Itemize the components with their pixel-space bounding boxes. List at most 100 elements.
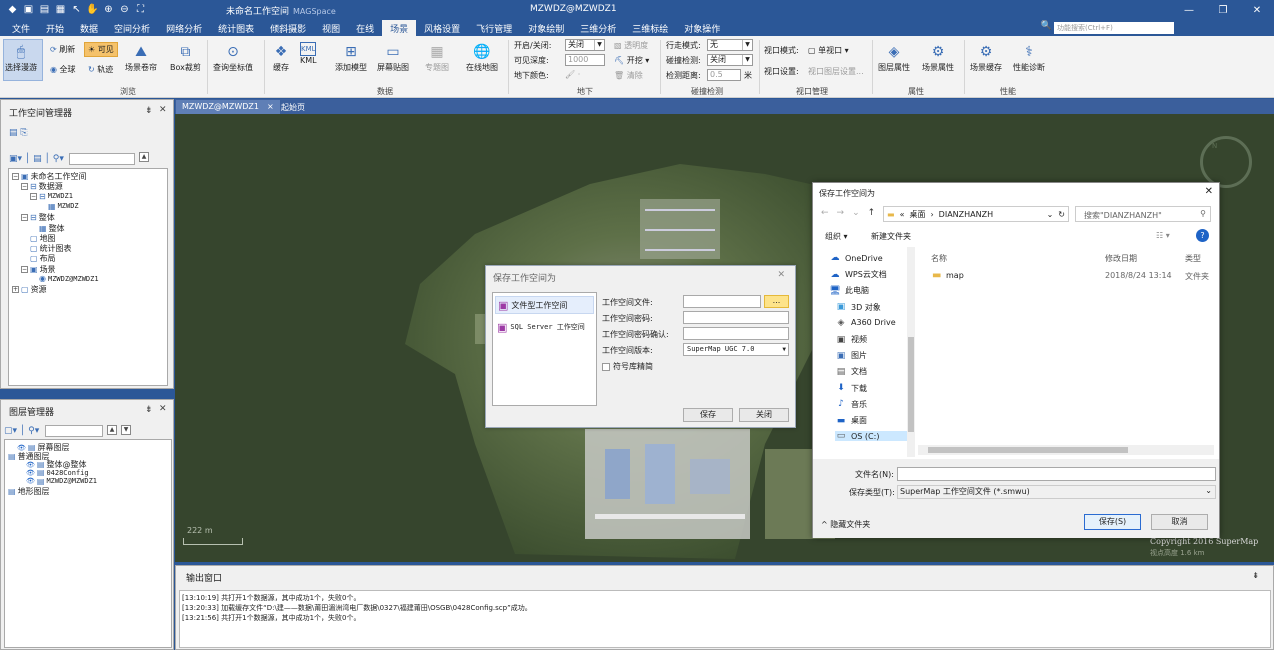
menu-item-7[interactable]: 视图 bbox=[314, 20, 348, 36]
visibility-eye-icon[interactable]: 👁 bbox=[26, 477, 35, 485]
cache-button[interactable]: ❖ 缓存 bbox=[270, 42, 292, 73]
compass-icon[interactable] bbox=[1200, 136, 1252, 188]
menu-item-0[interactable]: 文件 bbox=[4, 20, 38, 36]
layer-node[interactable]: 👁 ▤ 0428Config bbox=[26, 468, 89, 477]
save-button[interactable]: 保存 bbox=[683, 408, 733, 422]
nav-item[interactable]: ☁ OneDrive bbox=[829, 253, 883, 263]
panel-close-icon[interactable]: ✕ bbox=[159, 105, 167, 115]
viewport-mode-select[interactable]: ▢ 单视口 ▾ bbox=[808, 45, 849, 56]
track-button[interactable]: ↻ 轨迹 bbox=[88, 64, 113, 75]
menu-item-8[interactable]: 在线 bbox=[348, 20, 382, 36]
visibility-eye-icon[interactable]: 👁 bbox=[26, 469, 35, 477]
performance-diagnose-button[interactable]: ⚕ 性能诊断 bbox=[1013, 42, 1045, 73]
pin-icon[interactable]: ⇟ bbox=[1252, 571, 1259, 580]
refresh-button[interactable]: ⟳ 刷新 bbox=[50, 44, 75, 55]
type-file-workspace[interactable]: ▣ 文件型工作空间 bbox=[495, 296, 594, 314]
file-row[interactable]: ▬ map 2018/8/24 13:14 文件夹 bbox=[918, 269, 1218, 283]
transparency-button[interactable]: ▧ 透明度 bbox=[614, 40, 648, 51]
help-icon[interactable]: ? bbox=[1196, 229, 1209, 242]
file-save-button[interactable]: 保存(S) bbox=[1084, 514, 1141, 530]
column-type-header[interactable]: 类型 bbox=[1185, 253, 1201, 264]
close-window-button[interactable]: ✕ bbox=[1240, 0, 1274, 20]
menu-item-14[interactable]: 三维标绘 bbox=[624, 20, 676, 36]
layer-search-input[interactable] bbox=[45, 425, 103, 437]
tab-start-page[interactable]: 起始页 bbox=[275, 100, 311, 114]
filename-input[interactable] bbox=[897, 467, 1216, 481]
viewport-layer-setting-button[interactable]: 视口图层设置... bbox=[808, 66, 864, 77]
fullscreen-icon[interactable]: ⛶ bbox=[134, 3, 147, 16]
layer-toolbar[interactable]: ▢▾ │ ⚲▾ bbox=[4, 426, 39, 436]
nav-item[interactable]: ▭ OS (C:) bbox=[835, 431, 915, 442]
nav-item[interactable]: ▬ 桌面 bbox=[835, 415, 867, 426]
menu-item-15[interactable]: 对象操作 bbox=[676, 20, 728, 36]
excavate-button[interactable]: ⛏ 开挖 ▾ bbox=[614, 55, 649, 66]
forward-icon[interactable]: → bbox=[837, 208, 845, 218]
save-icon[interactable]: ▦ bbox=[54, 3, 67, 16]
symbol-lib-checkbox[interactable]: 符号库精简 bbox=[602, 361, 653, 372]
collapse-icon[interactable]: ▲ bbox=[139, 152, 149, 162]
menu-item-11[interactable]: 飞行管理 bbox=[468, 20, 520, 36]
move-up-icon[interactable]: ▲ bbox=[107, 425, 117, 435]
select-roam-button[interactable]: 🖱 选择漫游 bbox=[5, 42, 37, 73]
panel-close-icon[interactable]: ✕ bbox=[159, 404, 167, 414]
menu-item-1[interactable]: 开始 bbox=[38, 20, 72, 36]
move-down-icon[interactable]: ▼ bbox=[121, 425, 131, 435]
workspace-tree-toolbar[interactable]: ▣▾ │ ▤ │ ⚲▾ bbox=[9, 154, 64, 164]
detect-distance-input[interactable]: 0.5 bbox=[707, 69, 741, 81]
underground-color-picker[interactable]: 🖌 · bbox=[565, 70, 580, 79]
scene-roll-button[interactable]: ⛰ 场景卷帘 bbox=[125, 42, 157, 73]
workspace-node[interactable]: + ▢ 资源 bbox=[12, 284, 47, 295]
pin-icon[interactable]: ⇟ bbox=[145, 106, 153, 116]
recent-icon[interactable]: ⌄ bbox=[852, 208, 860, 218]
column-name-header[interactable]: 名称 bbox=[931, 253, 947, 264]
folder-search-input[interactable]: 搜索"DIANZHANZH" ⚲ bbox=[1075, 206, 1211, 222]
underground-toggle-select[interactable]: 关闭 ▼ bbox=[565, 39, 605, 51]
workspace-node[interactable]: ◉ MZWDZ@MZWDZ1 bbox=[30, 274, 99, 283]
query-coord-button[interactable]: ⊙ 查询坐标值 bbox=[213, 42, 253, 73]
box-clip-button[interactable]: ⧉ Box裁剪 bbox=[170, 42, 201, 73]
nav-item[interactable]: ▤ 文档 bbox=[835, 366, 867, 377]
menu-item-6[interactable]: 倾斜摄影 bbox=[262, 20, 314, 36]
menu-item-2[interactable]: 数据 bbox=[72, 20, 106, 36]
menu-item-9[interactable]: 场景 bbox=[382, 20, 417, 36]
nav-item[interactable]: ☁ WPS云文档 bbox=[829, 269, 887, 280]
layer-node[interactable]: 👁 ▤ MZWDZ@MZWDZ1 bbox=[26, 477, 97, 486]
screen-texture-button[interactable]: ▭ 屏幕贴图 bbox=[377, 42, 409, 73]
tab-close-icon[interactable]: × bbox=[267, 102, 274, 112]
app-logo-icon[interactable]: ◆ bbox=[6, 3, 19, 16]
type-sql-workspace[interactable]: ▣ SQL Server 工作空间 bbox=[495, 318, 594, 336]
clear-button[interactable]: 🗑 清除 bbox=[614, 70, 643, 81]
zoom-in-icon[interactable]: ⊕ bbox=[102, 3, 115, 16]
nav-item[interactable]: ♪ 音乐 bbox=[835, 399, 867, 410]
expand-icon[interactable]: − bbox=[21, 265, 28, 273]
file-dialog-close-icon[interactable]: ✕ bbox=[1205, 186, 1213, 197]
scene-properties-button[interactable]: ⚙ 场景属性 bbox=[922, 42, 954, 73]
layer-node[interactable]: ▤ 地形图层 bbox=[8, 486, 50, 497]
file-hscrollbar[interactable] bbox=[918, 445, 1214, 455]
minimize-button[interactable]: — bbox=[1172, 0, 1206, 20]
function-search-input[interactable]: 功能搜索(Ctrl+F) bbox=[1054, 22, 1174, 34]
nav-item[interactable]: ▣ 图片 bbox=[835, 350, 867, 361]
menu-item-12[interactable]: 对象绘制 bbox=[520, 20, 572, 36]
menu-item-10[interactable]: 风格设置 bbox=[416, 20, 468, 36]
restore-button[interactable]: ❐ bbox=[1206, 0, 1240, 20]
menu-item-4[interactable]: 网络分析 bbox=[158, 20, 210, 36]
topo-button[interactable]: ▦ 专题图 bbox=[425, 42, 449, 73]
nav-item[interactable]: ⬇ 下载 bbox=[835, 383, 867, 394]
pointer-icon[interactable]: ↖ bbox=[70, 3, 83, 16]
menu-item-3[interactable]: 空间分析 bbox=[106, 20, 158, 36]
visible-button[interactable]: ☀ 可见 bbox=[84, 42, 118, 57]
workspace-node[interactable]: −▦MZWDZ bbox=[39, 202, 79, 211]
menu-item-13[interactable]: 三维分析 bbox=[572, 20, 624, 36]
hide-folders-toggle[interactable]: ^ 隐藏文件夹 bbox=[821, 519, 870, 530]
nav-item[interactable]: 🖥 此电脑 bbox=[829, 285, 869, 296]
filetype-select[interactable]: SuperMap 工作空间文件 (*.smwu) ⌄ bbox=[897, 485, 1216, 499]
browse-button[interactable]: ... bbox=[764, 295, 789, 308]
depth-input[interactable]: 1000 bbox=[565, 54, 605, 66]
refresh-icon[interactable]: ↻ bbox=[1058, 210, 1068, 219]
pin-icon[interactable]: ⇟ bbox=[145, 405, 153, 415]
open-icon[interactable]: ▤ bbox=[38, 3, 51, 16]
nav-item[interactable]: ▣ 视频 bbox=[835, 334, 867, 345]
new-icon[interactable]: ▣ bbox=[22, 3, 35, 16]
up-icon[interactable]: ↑ bbox=[868, 208, 876, 218]
